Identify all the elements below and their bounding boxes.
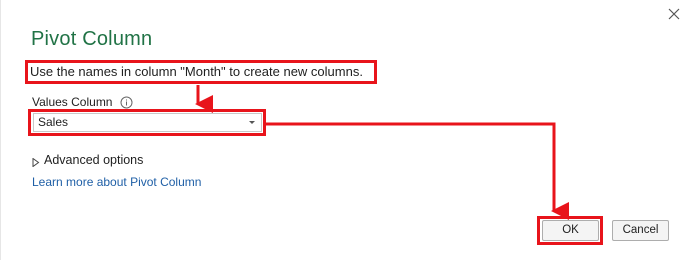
advanced-options-label: Advanced options — [44, 153, 144, 167]
values-column-selected-value: Sales — [38, 115, 69, 129]
dialog-title: Pivot Column — [31, 28, 153, 50]
pivot-column-dialog: Pivot Column Use the names in column "Mo… — [0, 0, 690, 260]
values-column-select[interactable]: Sales — [33, 113, 262, 132]
values-column-label: Values Column — [32, 95, 113, 109]
values-column-label-row: Values Column — [32, 95, 133, 109]
info-icon[interactable] — [120, 96, 133, 109]
ok-button[interactable]: OK — [542, 220, 599, 241]
cancel-button[interactable]: Cancel — [612, 220, 669, 241]
learn-more-link[interactable]: Learn more about Pivot Column — [32, 175, 201, 189]
triangle-right-icon — [32, 156, 40, 167]
close-icon[interactable] — [666, 6, 682, 22]
advanced-options-toggle[interactable]: Advanced options — [32, 153, 143, 167]
dialog-description: Use the names in column "Month" to creat… — [30, 64, 363, 79]
chevron-down-icon — [249, 121, 255, 124]
